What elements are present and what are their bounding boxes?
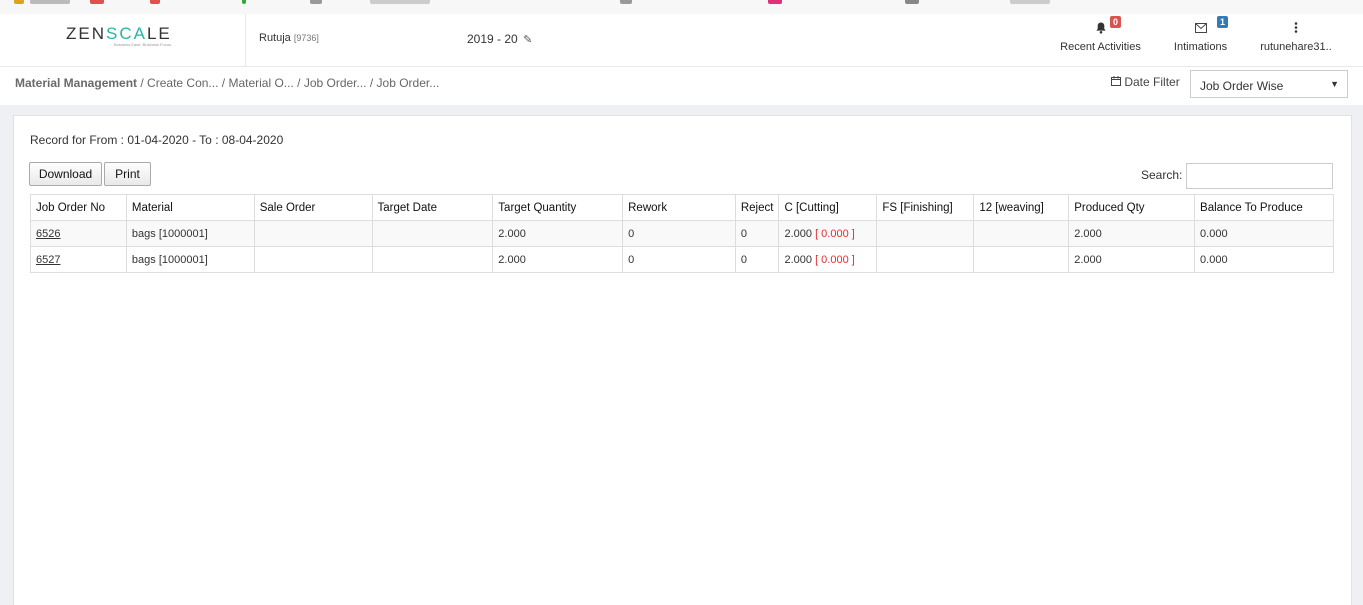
financial-year-label: 2019 - 20: [467, 32, 518, 46]
column-header[interactable]: 12 [weaving]: [973, 194, 1070, 221]
print-button[interactable]: Print: [104, 162, 151, 186]
logo-area[interactable]: ZENSCALE Business Ease. Business Focus.: [0, 14, 246, 66]
recent-activities-badge: 0: [1110, 16, 1122, 28]
reject-cell: 0: [734, 220, 780, 247]
target-quantity-cell: 2.000: [492, 220, 624, 247]
finishing-cell: [876, 246, 975, 273]
date-filter: Date Filter: [1111, 75, 1180, 89]
balance-cell: 0.000: [1194, 220, 1334, 247]
column-header[interactable]: Sale Order: [253, 194, 373, 221]
user-code: [9736]: [293, 33, 319, 43]
download-button[interactable]: Download: [29, 162, 102, 186]
recent-activities-menu[interactable]: 0 Recent Activities: [1053, 14, 1148, 66]
column-header[interactable]: Target Quantity: [492, 194, 624, 221]
job-order-link[interactable]: 6526: [36, 228, 60, 240]
target-date-cell: [371, 220, 494, 247]
search-input[interactable]: [1186, 163, 1333, 189]
column-header[interactable]: Target Date: [371, 194, 494, 221]
breadcrumb-bar: Material Management / Create Con... / Ma…: [0, 67, 1363, 105]
intimations-badge: 1: [1217, 16, 1229, 28]
produced-qty-cell: 2.000: [1068, 246, 1196, 273]
recent-activities-label: Recent Activities: [1060, 41, 1141, 53]
weaving-cell: [973, 220, 1070, 247]
cutting-value: 2.000: [784, 227, 812, 240]
target-date-cell: [371, 246, 494, 273]
target-quantity-cell: 2.000: [492, 246, 624, 273]
column-header[interactable]: C [Cutting]: [778, 194, 878, 221]
column-header[interactable]: Balance To Produce: [1194, 194, 1334, 221]
cutting-extra: [ 0.000 ]: [815, 253, 855, 266]
column-header[interactable]: Rework: [622, 194, 736, 221]
calendar-icon: [1111, 75, 1124, 89]
material-cell: bags [1000001]: [125, 246, 255, 273]
edit-icon[interactable]: ✎: [523, 34, 532, 46]
table-row: 6526 bags [1000001] 2.000 0 0 2.000 [ 0.…: [30, 220, 1334, 247]
column-header[interactable]: Reject: [734, 194, 780, 221]
intimations-label: Intimations: [1173, 41, 1228, 53]
envelope-icon: [1194, 22, 1207, 36]
column-header[interactable]: Produced Qty: [1068, 194, 1196, 221]
bookmarks-bar: [0, 0, 1363, 15]
weaving-cell: [973, 246, 1070, 273]
breadcrumb-root[interactable]: Material Management: [15, 76, 137, 90]
date-filter-label: Date Filter: [1124, 75, 1180, 89]
logo-tagline: Business Ease. Business Focus.: [114, 42, 173, 47]
reject-cell: 0: [734, 246, 780, 273]
breadcrumb: Material Management / Create Con... / Ma…: [15, 76, 439, 90]
sale-order-cell: [253, 220, 373, 247]
rework-cell: 0: [622, 220, 736, 247]
job-order-cell: 6527: [30, 246, 127, 273]
balance-cell: 0.000: [1194, 246, 1334, 273]
table-row: 6527 bags [1000001] 2.000 0 0 2.000 [ 0.…: [30, 246, 1334, 273]
breadcrumb-item[interactable]: / Job Order...: [297, 76, 366, 90]
material-cell: bags [1000001]: [125, 220, 255, 247]
job-order-cell: 6526: [30, 220, 127, 247]
report-panel: Record for From : 01-04-2020 - To : 08-0…: [13, 115, 1352, 605]
finishing-cell: [876, 220, 975, 247]
column-header[interactable]: FS [Finishing]: [876, 194, 975, 221]
search-label: Search:: [1141, 168, 1183, 182]
app-logo[interactable]: ZENSCALE: [66, 24, 172, 44]
top-navbar: ZENSCALE Business Ease. Business Focus. …: [0, 14, 1363, 67]
produced-qty-cell: 2.000: [1068, 220, 1196, 247]
user-name: Rutuja: [259, 32, 291, 44]
record-range-text: Record for From : 01-04-2020 - To : 08-0…: [30, 133, 284, 147]
breadcrumb-item[interactable]: / Job Order...: [370, 76, 439, 90]
sale-order-cell: [253, 246, 373, 273]
bell-icon: [1095, 22, 1106, 37]
cutting-extra: [ 0.000 ]: [815, 227, 855, 240]
profile-menu[interactable]: rutunehare31..: [1252, 14, 1340, 66]
intimations-menu[interactable]: 1 Intimations: [1163, 14, 1238, 66]
company-user: Rutuja [9736]: [259, 32, 319, 44]
column-header[interactable]: Job Order No: [30, 194, 127, 221]
column-header[interactable]: Material: [125, 194, 255, 221]
caret-down-icon: ▼: [1330, 79, 1339, 89]
date-filter-selected: Job Order Wise: [1200, 79, 1284, 93]
cutting-cell: 2.000 [ 0.000 ]: [778, 246, 878, 273]
breadcrumb-item[interactable]: / Material O...: [222, 76, 294, 90]
table-header-row: Job Order No Material Sale Order Target …: [30, 194, 1334, 221]
job-order-link[interactable]: 6527: [36, 254, 60, 266]
breadcrumb-item[interactable]: / Create Con...: [140, 76, 218, 90]
rework-cell: 0: [622, 246, 736, 273]
financial-year[interactable]: 2019 - 20 ✎: [467, 32, 532, 46]
cutting-cell: 2.000 [ 0.000 ]: [778, 220, 878, 247]
profile-username: rutunehare31..: [1260, 41, 1332, 53]
vertical-ellipsis-icon: [1294, 22, 1298, 36]
cutting-value: 2.000: [784, 253, 812, 266]
date-filter-select[interactable]: Job Order Wise ▼: [1190, 70, 1348, 98]
job-order-table: Job Order No Material Sale Order Target …: [30, 194, 1334, 273]
